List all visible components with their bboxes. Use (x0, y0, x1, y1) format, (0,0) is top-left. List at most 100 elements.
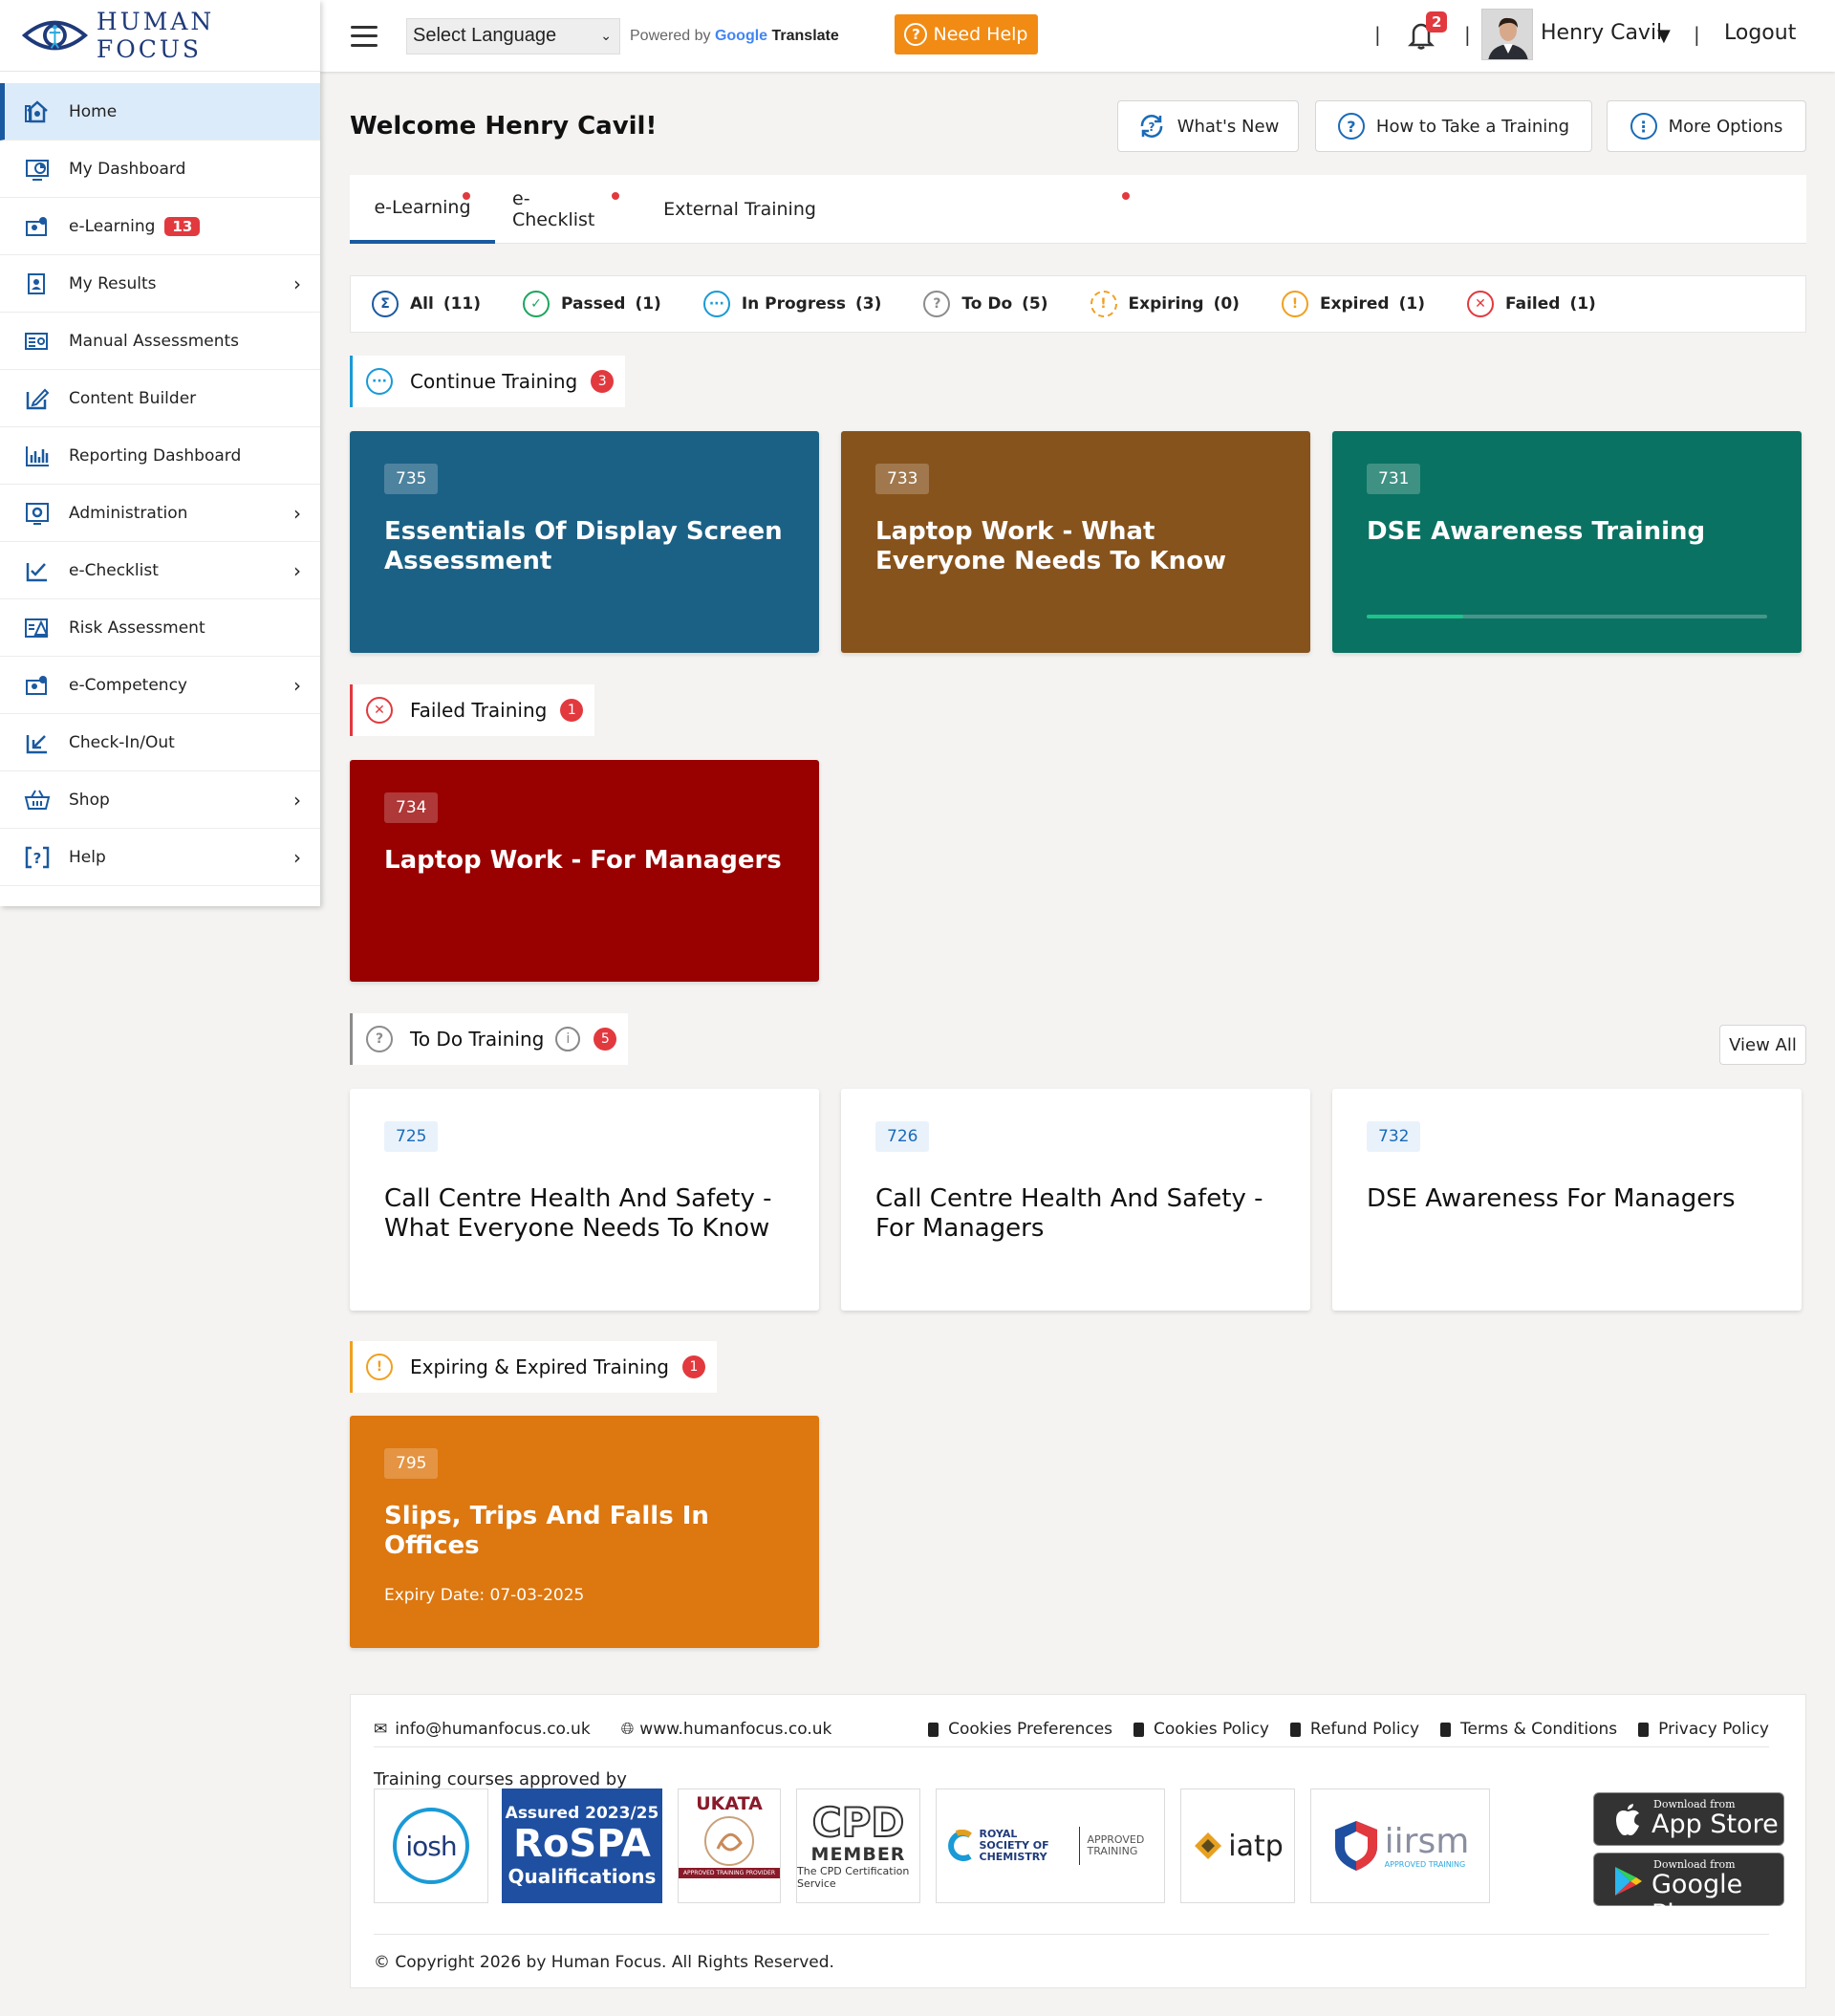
sidebar-item-help[interactable]: ? Help › (0, 829, 320, 886)
sidebar-item-manual-assessments[interactable]: Manual Assessments (0, 313, 320, 370)
sidebar-item-label: My Dashboard (69, 159, 186, 179)
google-translate-credit[interactable]: Powered by Google Translate (630, 28, 839, 45)
chevron-right-icon: › (293, 501, 301, 525)
website-text: www.humanfocus.co.uk (639, 1720, 832, 1739)
sidebar-item-risk-assessment[interactable]: Risk Assessment (0, 599, 320, 657)
view-all-button[interactable]: View All (1719, 1025, 1806, 1065)
copyright: © Copyright 2026 by Human Focus. All Rig… (374, 1953, 834, 1972)
course-title: Essentials Of Display Screen Assessment (384, 517, 783, 575)
sidebar-item-content-builder[interactable]: Content Builder (0, 370, 320, 427)
training-card[interactable]: 733 Laptop Work - What Everyone Needs To… (841, 431, 1310, 653)
checklist-icon (23, 556, 52, 585)
divider (374, 1746, 1769, 1747)
filter-count: (3) (855, 294, 882, 314)
language-select[interactable]: Select Language ⌄ (406, 17, 620, 54)
filter-expired[interactable]: ! Expired (1) (1281, 291, 1425, 317)
training-card[interactable]: 731 DSE Awareness Training (1332, 431, 1802, 653)
question-icon: ? (1337, 113, 1365, 140)
course-progress-fill (1367, 615, 1463, 618)
tab-e-learning[interactable]: e-Learning (350, 175, 495, 244)
filter-count: (1) (635, 294, 661, 314)
need-help-button[interactable]: ? Need Help (895, 14, 1038, 54)
footer-link-cookies-policy[interactable]: Cookies Policy (1133, 1720, 1269, 1739)
document-icon (928, 1722, 939, 1737)
sidebar-item-label: Shop (69, 790, 110, 810)
course-code: 731 (1367, 464, 1421, 494)
training-card[interactable]: 732 DSE Awareness For Managers (1332, 1089, 1802, 1311)
sidebar-item-e-checklist[interactable]: e-Checklist › (0, 542, 320, 599)
user-name[interactable]: Henry Cavil (1541, 21, 1662, 45)
filter-to-do[interactable]: ? To Do (5) (923, 291, 1048, 317)
course-code: 732 (1367, 1121, 1421, 1152)
training-card[interactable]: 795 Slips, Trips And Falls In Offices Ex… (350, 1416, 819, 1648)
section-count-badge: 1 (560, 699, 584, 722)
app-store-badge[interactable]: Download from App Store (1593, 1792, 1784, 1846)
notification-count-badge: 2 (1426, 11, 1448, 33)
sidebar-item-check-in-out[interactable]: Check-In/Out (0, 714, 320, 771)
help-icon: ? (23, 843, 52, 872)
document-icon (1289, 1722, 1301, 1737)
sidebar-item-e-competency[interactable]: e-Competency › (0, 657, 320, 714)
chevron-right-icon: › (293, 845, 301, 869)
filter-count: (1) (1398, 294, 1425, 314)
section-continue-training: ··· Continue Training 3 (350, 356, 626, 407)
google-play-badge[interactable]: Download from Google Play (1593, 1853, 1784, 1929)
footer-link-refund-policy[interactable]: Refund Policy (1289, 1720, 1419, 1739)
website-link[interactable]: 🌐︎ www.humanfocus.co.uk (621, 1720, 848, 1739)
filter-count: (11) (443, 294, 482, 314)
approved-by-label: Training courses approved by (374, 1769, 627, 1789)
training-card[interactable]: 725 Call Centre Health And Safety - What… (350, 1089, 819, 1311)
section-title: Continue Training (410, 370, 578, 393)
tab-external-training[interactable]: External Training (661, 175, 1130, 244)
email-link[interactable]: ✉ info@humanfocus.co.uk (374, 1720, 606, 1739)
filter-label: Passed (561, 294, 626, 314)
sidebar-item-e-learning[interactable]: e-Learning 13 (0, 198, 320, 255)
menu-toggle-icon[interactable] (351, 25, 378, 47)
page-title: Welcome Henry Cavil! (350, 112, 658, 141)
question-circle-icon: ? (923, 291, 951, 317)
powered-by-label: Powered by (630, 27, 711, 44)
rsc-approved-text: APPROVED TRAINING (1087, 1833, 1145, 1857)
section-to-do-training: ? To Do Training i 5 (350, 1013, 629, 1065)
sidebar-item-reporting-dashboard[interactable]: Reporting Dashboard (0, 427, 320, 485)
sidebar-item-administration[interactable]: Administration › (0, 485, 320, 542)
sidebar-item-label: Risk Assessment (69, 618, 205, 638)
sidebar-item-my-dashboard[interactable]: My Dashboard (0, 141, 320, 198)
caret-down-icon[interactable]: ▼ (1657, 26, 1671, 46)
footer-link-label: Cookies Policy (1154, 1720, 1269, 1739)
divider: | (1464, 23, 1471, 46)
question-icon: ? (904, 23, 928, 46)
training-card[interactable]: 735 Essentials Of Display Screen Assessm… (350, 431, 819, 653)
whats-new-button[interactable]: ? What's New (1117, 100, 1299, 152)
in-progress-icon: ··· (702, 291, 730, 317)
filter-all[interactable]: Σ All (11) (372, 291, 481, 317)
filter-in-progress[interactable]: ··· In Progress (3) (702, 291, 882, 317)
training-card[interactable]: 734 Laptop Work - For Managers (350, 760, 819, 982)
filter-expiring[interactable]: ! Expiring (0) (1090, 291, 1240, 317)
more-options-button[interactable]: ⋮ More Options (1607, 100, 1806, 152)
human-focus-eye-logo (21, 20, 88, 51)
filter-failed[interactable]: ✕ Failed (1) (1466, 291, 1596, 317)
footer-link-cookies-preferences[interactable]: Cookies Preferences (928, 1720, 1112, 1739)
sidebar-item-shop[interactable]: Shop › (0, 771, 320, 829)
how-to-take-training-button[interactable]: ? How to Take a Training (1315, 100, 1592, 152)
tab-e-checklist[interactable]: e-Checklist (512, 175, 619, 244)
email-text: info@humanfocus.co.uk (395, 1720, 591, 1739)
logout-link[interactable]: Logout (1724, 21, 1796, 45)
tab-notification-dot (1122, 192, 1130, 200)
ukata-logo: UKATA APPROVED TRAINING PROVIDER (678, 1788, 781, 1903)
footer-link-privacy-policy[interactable]: Privacy Policy (1638, 1720, 1769, 1739)
translate-label: Translate (771, 27, 839, 44)
sidebar-item-label: e-Checklist (69, 560, 159, 580)
footer-link-terms[interactable]: Terms & Conditions (1440, 1720, 1617, 1739)
info-icon[interactable]: i (555, 1027, 581, 1051)
sidebar-item-home[interactable]: Home (0, 83, 320, 141)
filter-passed[interactable]: ✓ Passed (1) (523, 291, 661, 317)
rospa-qualifications-text: Qualifications (507, 1865, 657, 1888)
avatar[interactable] (1481, 9, 1533, 60)
training-card[interactable]: 726 Call Centre Health And Safety - For … (841, 1089, 1310, 1311)
alert-circle-icon: ! (1281, 291, 1308, 317)
bar-chart-icon (23, 442, 52, 470)
sidebar-item-my-results[interactable]: My Results › (0, 255, 320, 313)
brand-logo[interactable]: HUMAN FOCUS (0, 0, 320, 72)
